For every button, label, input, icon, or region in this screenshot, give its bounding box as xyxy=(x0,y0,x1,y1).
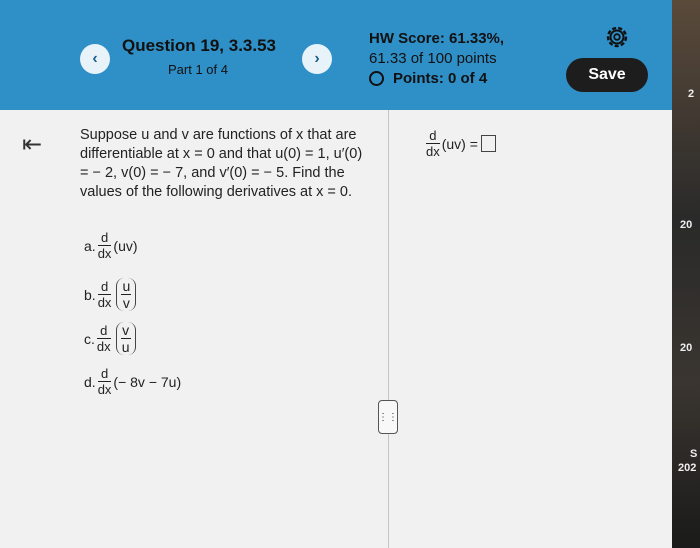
quotient-expression: vu xyxy=(115,322,136,355)
edge-label: S xyxy=(690,448,698,460)
collapse-left-icon[interactable]: ⇤ xyxy=(22,130,42,159)
quotient-num: v xyxy=(122,322,130,338)
derivative-operator: d dx xyxy=(96,323,111,354)
d-num: d xyxy=(100,279,109,294)
chevron-left-icon: ‹ xyxy=(92,50,98,67)
d-num: d xyxy=(429,128,437,143)
edge-label: 20 xyxy=(680,219,693,231)
part-d: d. d dx (− 8v − 7u) xyxy=(84,366,181,397)
points-current: Points: 0 of 4 xyxy=(393,70,488,87)
background-edge: 2 20 20 S 202 xyxy=(672,0,700,548)
d-num: d xyxy=(100,230,109,245)
d-den: dx xyxy=(97,295,112,310)
gear-icon[interactable] xyxy=(604,24,630,50)
d-den: dx xyxy=(97,382,112,397)
derivative-operator: d dx xyxy=(97,366,112,397)
part-expression: (− 8v − 7u) xyxy=(113,373,182,390)
part-letter: b. xyxy=(84,286,96,303)
part-c: c. d dx vu xyxy=(84,322,136,355)
quotient-expression: uv xyxy=(116,278,137,311)
edge-label: 202 xyxy=(678,462,697,474)
quotient-den: v xyxy=(122,295,130,311)
score-block: HW Score: 61.33%, 61.33 of 100 points Po… xyxy=(369,30,504,87)
edge-label: 20 xyxy=(680,342,693,354)
header-bar: ‹ Question 19, 3.3.53 Part 1 of 4 › HW S… xyxy=(0,0,672,110)
points-current-row: Points: 0 of 4 xyxy=(369,70,504,87)
panel-divider xyxy=(388,110,389,548)
status-circle-icon xyxy=(369,71,384,86)
app-screen: ‹ Question 19, 3.3.53 Part 1 of 4 › HW S… xyxy=(0,0,672,548)
next-question-button[interactable]: › xyxy=(302,44,332,74)
derivative-operator: d dx xyxy=(426,128,440,159)
d-num: d xyxy=(100,366,109,381)
answer-row: d dx (uv) = xyxy=(424,128,496,159)
edge-label: 2 xyxy=(688,88,695,100)
part-letter: c. xyxy=(84,330,95,347)
problem-statement: Suppose u and v are functions of x that … xyxy=(80,127,363,200)
question-title: Question 19, 3.3.53 xyxy=(122,36,277,55)
derivative-operator: d dx xyxy=(97,230,112,261)
d-den: dx xyxy=(426,144,440,159)
part-a: a. d dx (uv) xyxy=(84,230,138,261)
derivative-operator: d dx xyxy=(97,279,112,310)
part-letter: a. xyxy=(84,237,96,254)
quotient-num: u xyxy=(122,278,131,294)
d-den: dx xyxy=(97,246,112,261)
save-button[interactable]: Save xyxy=(566,58,648,92)
part-expression: (uv) xyxy=(113,237,138,254)
previous-question-button[interactable]: ‹ xyxy=(80,44,110,74)
resize-handle[interactable]: ⋮⋮ xyxy=(378,400,398,434)
hw-score: HW Score: 61.33%, xyxy=(369,30,505,47)
d-num: d xyxy=(100,323,108,338)
quotient-den: u xyxy=(121,339,130,355)
part-letter: d. xyxy=(84,373,96,390)
chevron-right-icon: › xyxy=(314,50,320,67)
points-total: 61.33 of 100 points xyxy=(369,50,497,67)
part-label: Part 1 of 4 xyxy=(168,62,228,77)
part-b: b. d dx uv xyxy=(84,278,137,311)
answer-input[interactable] xyxy=(480,135,496,152)
answer-expression: (uv) = xyxy=(441,135,478,152)
d-den: dx xyxy=(96,339,111,354)
